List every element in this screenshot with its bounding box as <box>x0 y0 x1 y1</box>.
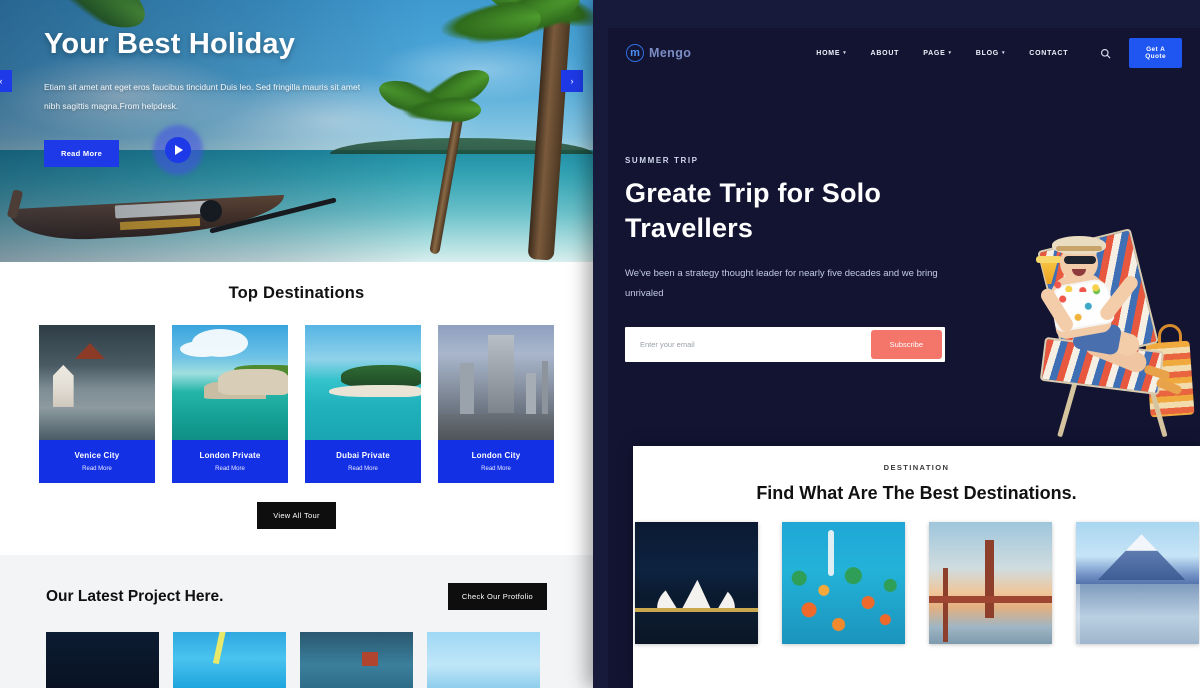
get-a-quote-button[interactable]: Get A Quote <box>1129 38 1182 68</box>
nav-item-label: ABOUT <box>870 49 900 57</box>
screenshot-stage: Your Best Holiday Etiam sit amet ant ege… <box>0 0 1200 688</box>
search-icon[interactable] <box>1100 48 1111 59</box>
top-destinations-section: Top Destinations Venice City Read More L… <box>0 262 593 555</box>
destination-image-sydney-opera-house[interactable] <box>634 522 758 645</box>
right-website-panel: m Mengo HOME ▾ ABOUT PAGE ▾ BLOG ▾ CONTA… <box>593 0 1200 688</box>
project-thumb-grid <box>46 632 547 688</box>
nav-item-label: HOME <box>816 49 841 57</box>
hero-title: Your Best Holiday <box>44 28 296 60</box>
navbar-links: HOME ▾ ABOUT PAGE ▾ BLOG ▾ CONTACT <box>816 50 1068 57</box>
destination-card[interactable]: London City Read More <box>438 325 554 483</box>
logo-circle-m-icon: m <box>626 44 644 62</box>
latest-project-header: Our Latest Project Here. Check Our Protf… <box>46 583 547 610</box>
hero-paragraph: Etiam sit amet ant eget eros faucibus ti… <box>44 82 361 111</box>
hero-eyebrow: SUMMER TRIP <box>625 156 699 165</box>
destination-image-mount-fuji[interactable] <box>1075 522 1199 645</box>
destinations-white-card: DESTINATION Find What Are The Best Desti… <box>633 446 1200 688</box>
sun-hat-band <box>1056 246 1102 251</box>
subscribe-form: Subscribe <box>625 326 945 362</box>
navbar-actions: Get A Quote <box>1100 38 1182 68</box>
email-input[interactable] <box>628 339 871 349</box>
hero-read-more-button[interactable]: Read More <box>44 139 120 167</box>
destinations-heading: Find What Are The Best Destinations. <box>756 483 1077 503</box>
chevron-down-icon: ▾ <box>1002 50 1006 56</box>
destination-image-bay-bridge[interactable] <box>928 522 1052 645</box>
destination-card[interactable]: Venice City Read More <box>39 325 155 483</box>
right-hero-section: SUMMER TRIP Greate Trip for Solo Travell… <box>608 78 1200 438</box>
hero-content: Your Best Holiday Etiam sit amet ant ege… <box>44 28 384 176</box>
left-hero-slider: Your Best Holiday Etiam sit amet ant ege… <box>0 0 593 262</box>
play-triangle <box>175 145 184 156</box>
chevron-right-icon: › <box>570 76 574 86</box>
destination-card-image <box>39 325 155 440</box>
project-thumbnail[interactable] <box>300 632 413 688</box>
hero-video-play-button[interactable] <box>153 125 204 176</box>
slider-prev-arrow-button[interactable]: ‹ <box>0 70 12 92</box>
destination-card-read-more[interactable]: Read More <box>442 466 550 472</box>
destination-card[interactable]: Dubai Private Read More <box>305 325 421 483</box>
destination-card-image <box>305 325 421 440</box>
top-destinations-title: Top Destinations <box>228 284 365 302</box>
destination-card-read-more[interactable]: Read More <box>309 466 417 472</box>
destination-image-coral-reef[interactable] <box>781 522 905 645</box>
destination-card-image <box>172 325 288 440</box>
nav-item-home[interactable]: HOME ▾ <box>816 50 846 57</box>
destination-card[interactable]: London Private Read More <box>172 325 288 483</box>
nav-item-blog[interactable]: BLOG ▾ <box>976 50 1006 57</box>
hero-heading: Greate Trip for Solo Travellers <box>625 178 882 243</box>
flower-lei <box>1052 278 1108 292</box>
destination-card-body: Dubai Private Read More <box>305 440 421 483</box>
destination-card-read-more[interactable]: Read More <box>176 466 284 472</box>
destination-card-grid: Venice City Read More London Private Rea… <box>0 325 593 483</box>
nav-item-about[interactable]: ABOUT <box>871 50 900 57</box>
destination-card-body: London City Read More <box>438 440 554 483</box>
destination-card-title: Dubai Private <box>336 451 390 460</box>
destination-card-title: Venice City <box>74 451 120 460</box>
slider-next-arrow-button[interactable]: › <box>561 70 583 92</box>
project-thumbnail[interactable] <box>46 632 159 688</box>
project-thumbnail[interactable] <box>427 632 540 688</box>
destination-image-grid <box>633 522 1200 645</box>
latest-project-title: Our Latest Project Here. <box>46 587 224 605</box>
project-thumbnail[interactable] <box>173 632 286 688</box>
destination-card-title: London City <box>471 451 521 460</box>
destination-card-read-more[interactable]: Read More <box>43 466 151 472</box>
sunglasses-icon <box>1064 256 1096 264</box>
right-website-viewport: m Mengo HOME ▾ ABOUT PAGE ▾ BLOG ▾ CONTA… <box>608 28 1200 688</box>
beach-traveller-illustration <box>962 216 1195 456</box>
destination-card-body: London Private Read More <box>172 440 288 483</box>
nav-item-page[interactable]: PAGE ▾ <box>923 50 952 57</box>
hero-description: We've been a strategy thought leader for… <box>625 268 938 300</box>
view-all-tour-button[interactable]: View All Tour <box>257 502 336 529</box>
nav-item-label: PAGE <box>923 49 946 57</box>
site-navbar: m Mengo HOME ▾ ABOUT PAGE ▾ BLOG ▾ CONTA… <box>608 28 1200 78</box>
nav-item-contact[interactable]: CONTACT <box>1029 50 1068 57</box>
view-all-tour-wrapper: View All Tour <box>0 502 593 529</box>
site-logo[interactable]: m Mengo <box>626 44 691 62</box>
subscribe-button[interactable]: Subscribe <box>870 329 942 359</box>
sun-hat <box>1052 236 1106 254</box>
check-portfolio-button[interactable]: Check Our Protfolio <box>447 583 547 610</box>
chevron-down-icon: ▾ <box>843 50 847 56</box>
chevron-left-icon: ‹ <box>0 76 3 86</box>
destinations-eyebrow: DESTINATION <box>883 463 950 472</box>
left-website-panel: Your Best Holiday Etiam sit amet ant ege… <box>0 0 593 688</box>
nav-item-label: BLOG <box>975 49 1000 57</box>
destination-card-image <box>438 325 554 440</box>
logo-text: Mengo <box>649 46 692 60</box>
destination-card-body: Venice City Read More <box>39 440 155 483</box>
destination-card-title: London Private <box>199 451 261 460</box>
chevron-down-icon: ▾ <box>948 50 952 56</box>
nav-item-label: CONTACT <box>1029 49 1069 57</box>
hero-actions: Read More <box>44 125 384 176</box>
latest-project-section: Our Latest Project Here. Check Our Protf… <box>0 555 593 688</box>
cocktail-rim <box>1036 256 1062 263</box>
